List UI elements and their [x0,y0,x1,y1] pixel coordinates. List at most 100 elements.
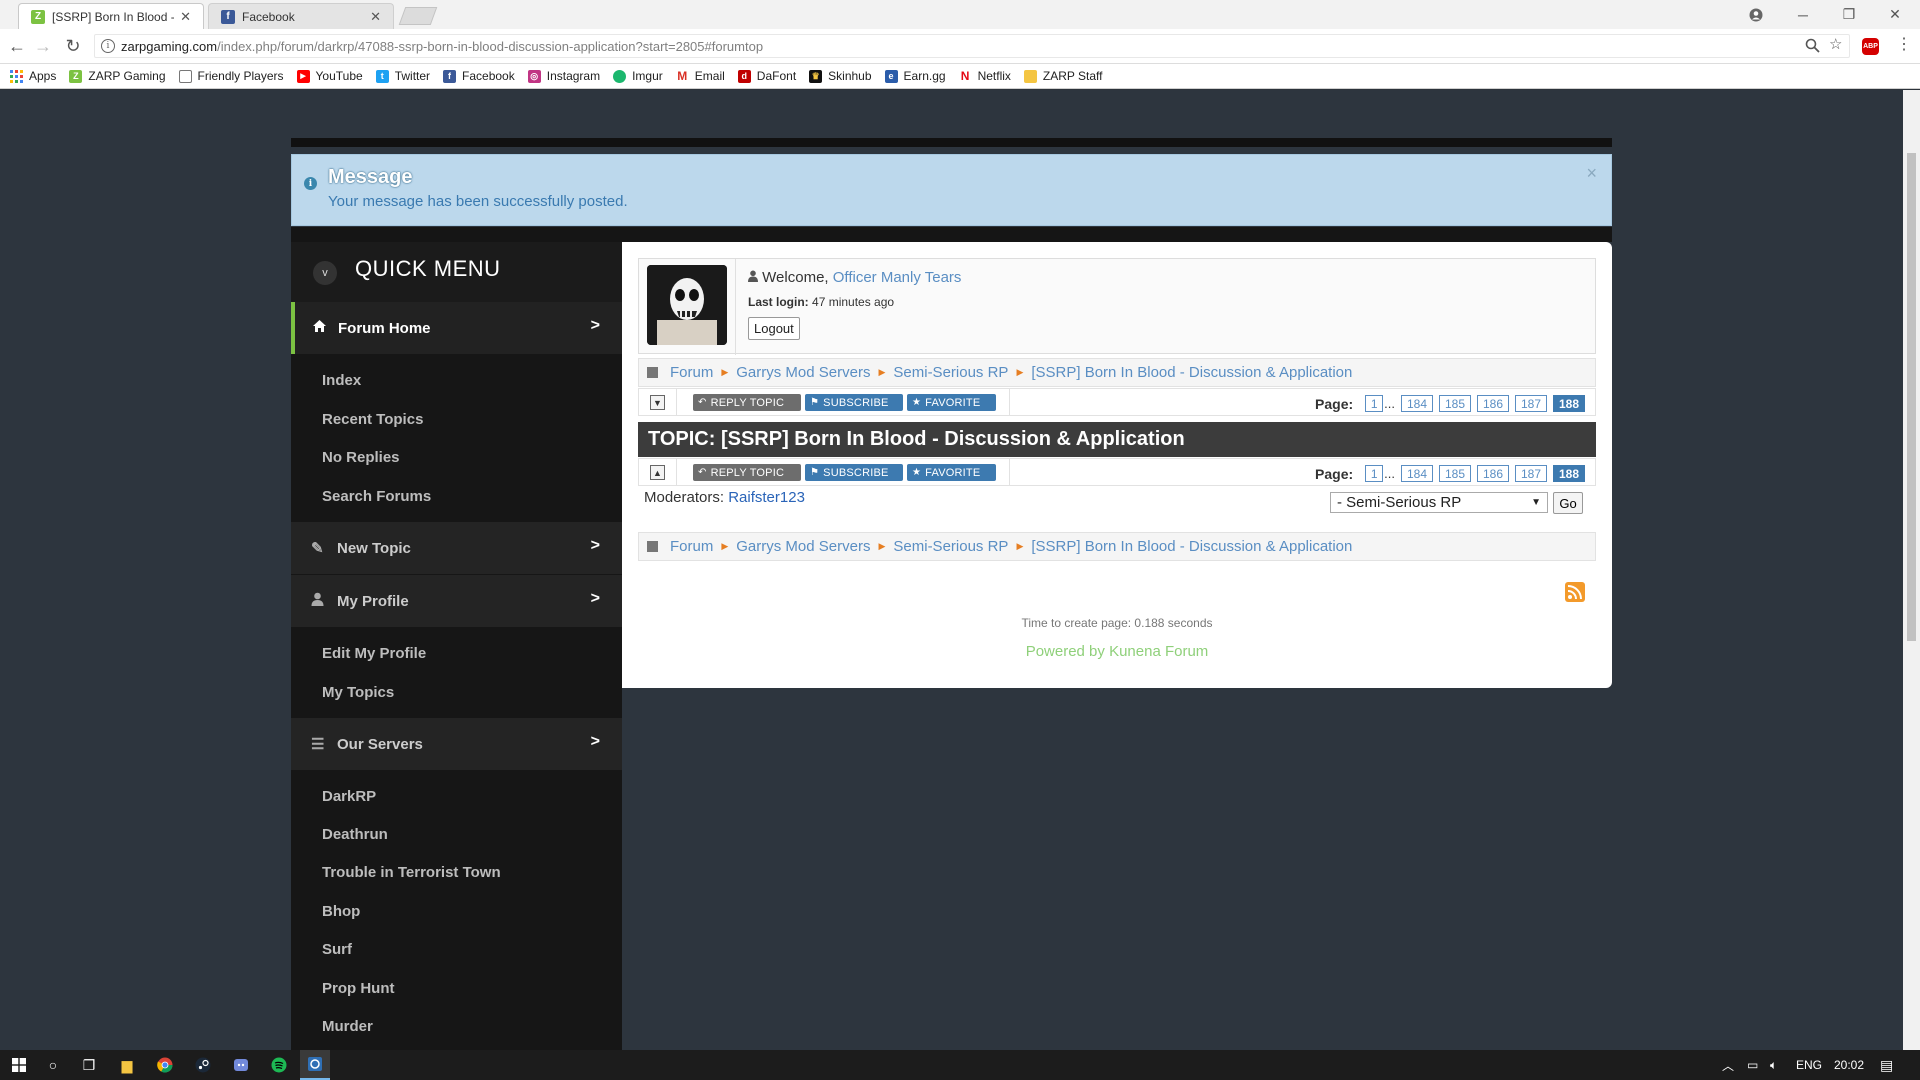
discord-icon[interactable] [226,1050,256,1080]
bookmark-earngg[interactable]: e Earn.gg [884,69,946,83]
forum-jump-select[interactable]: - Semi-Serious RP ▼ [1330,492,1548,513]
close-icon[interactable]: ✕ [370,9,381,25]
sidebar-link-no-replies[interactable]: No Replies [322,449,400,466]
subscribe-button[interactable]: ⚑ SUBSCRIBE [805,394,903,411]
close-icon[interactable]: × [1586,163,1597,184]
go-button[interactable]: Go [1553,492,1583,514]
bookmark-imgur[interactable]: Imgur [613,69,663,83]
chrome-icon[interactable] [150,1050,180,1080]
page-link[interactable]: 184 [1401,395,1433,412]
steam-icon[interactable] [188,1050,218,1080]
new-tab-button[interactable] [398,7,438,25]
breadcrumb-garrys-mod-servers[interactable]: Garrys Mod Servers [736,364,870,381]
sidebar-item-forum-home[interactable]: Forum Home > [291,302,622,354]
tray-chevron-up-icon[interactable]: ︿ [1722,1050,1734,1080]
search-icon[interactable]: ○ [38,1050,68,1080]
sidebar-link-darkrp[interactable]: DarkRP [322,788,376,805]
page-link[interactable]: 187 [1515,465,1547,482]
file-explorer-icon[interactable]: ▆ [112,1050,142,1080]
bookmark-star-icon[interactable]: ☆ [1829,35,1842,53]
breadcrumb-topic[interactable]: [SSRP] Born In Blood - Discussion & Appl… [1031,364,1352,381]
close-icon[interactable]: ✕ [180,9,191,25]
bookmark-youtube[interactable]: ▶ YouTube [296,69,363,83]
action-center-icon[interactable]: ▤ [1880,1050,1893,1080]
page-link[interactable]: 186 [1477,465,1509,482]
forward-icon[interactable]: → [32,36,54,57]
bookmark-apps[interactable]: Apps [10,69,56,83]
language-indicator[interactable]: ENG [1796,1050,1822,1080]
reply-topic-button[interactable]: ↶ REPLY TOPIC [693,464,801,481]
info-icon[interactable]: i [101,39,115,53]
sidebar-link-deathrun[interactable]: Deathrun [322,826,388,843]
logout-button[interactable]: Logout [748,317,800,340]
sidebar-link-search-forums[interactable]: Search Forums [322,488,431,505]
scrollbar-thumb[interactable] [1907,153,1916,641]
active-app-icon[interactable] [300,1050,330,1080]
page-link[interactable]: 184 [1401,465,1433,482]
page-scrollbar[interactable] [1903,90,1920,1050]
bookmark-skinhub[interactable]: ♛ Skinhub [809,69,872,83]
bookmark-netflix[interactable]: N Netflix [958,69,1011,83]
restore-icon[interactable]: ❐ [1826,0,1872,29]
chevron-down-icon[interactable]: ▼ [650,395,665,410]
bookmark-zarp-staff[interactable]: ZARP Staff [1023,69,1103,83]
sidebar-link-index[interactable]: Index [322,372,361,389]
sidebar-link-prop-hunt[interactable]: Prop Hunt [322,980,395,997]
rss-icon[interactable] [1565,582,1585,602]
windows-start-icon[interactable] [4,1050,34,1080]
quick-menu-toggle[interactable]: v [313,261,337,285]
bookmark-friendly-players[interactable]: Friendly Players [178,69,284,83]
clock[interactable]: 20:02 [1834,1050,1864,1080]
spotify-icon[interactable] [264,1050,294,1080]
reply-topic-button[interactable]: ↶ REPLY TOPIC [693,394,801,411]
breadcrumb-semi-serious-rp[interactable]: Semi-Serious RP [893,538,1008,555]
back-icon[interactable]: ← [6,36,28,57]
bookmark-zarp-gaming[interactable]: Z ZARP Gaming [69,69,166,83]
sidebar-link-bhop[interactable]: Bhop [322,903,360,920]
breadcrumb-topic[interactable]: [SSRP] Born In Blood - Discussion & Appl… [1031,538,1352,555]
chrome-menu-icon[interactable]: ⋮ [1896,34,1912,54]
bookmark-instagram[interactable]: ◎ Instagram [527,69,600,83]
page-link-first[interactable]: 1 [1365,395,1384,412]
minimize-icon[interactable]: ─ [1780,0,1826,29]
sidebar-item-our-servers[interactable]: ☰ Our Servers > [291,718,622,770]
chevron-up-icon[interactable]: ▲ [650,465,665,480]
username-link[interactable]: Officer Manly Tears [833,269,962,286]
page-link-first[interactable]: 1 [1365,465,1384,482]
reload-icon[interactable]: ↻ [62,36,84,57]
sidebar-item-my-profile[interactable]: My Profile > [291,575,622,627]
tab-zarp-topic[interactable]: Z [SSRP] Born In Blood - D ✕ [18,3,204,29]
bookmark-dafont[interactable]: d DaFont [737,69,796,83]
sidebar-link-surf[interactable]: Surf [322,941,352,958]
address-bar[interactable]: i zarpgaming.com/index.php/forum/darkrp/… [94,34,1850,58]
breadcrumb-forum[interactable]: Forum [670,364,713,381]
task-view-icon[interactable]: ❐ [74,1050,104,1080]
sidebar-link-ttt[interactable]: Trouble in Terrorist Town [322,864,501,881]
page-link[interactable]: 186 [1477,395,1509,412]
zoom-icon[interactable] [1805,38,1820,57]
sidebar-link-recent-topics[interactable]: Recent Topics [322,411,423,428]
page-link[interactable]: 187 [1515,395,1547,412]
close-window-icon[interactable]: ✕ [1872,0,1918,29]
sidebar-item-new-topic[interactable]: ✎ New Topic > [291,522,622,574]
page-link[interactable]: 185 [1439,465,1471,482]
page-link[interactable]: 185 [1439,395,1471,412]
powered-by-link[interactable]: Powered by Kunena Forum [622,643,1612,660]
breadcrumb-garrys-mod-servers[interactable]: Garrys Mod Servers [736,538,870,555]
subscribe-button[interactable]: ⚑ SUBSCRIBE [805,464,903,481]
profile-icon[interactable] [1733,0,1779,29]
breadcrumb-forum[interactable]: Forum [670,538,713,555]
sidebar-link-my-topics[interactable]: My Topics [322,684,394,701]
favorite-button[interactable]: ★ FAVORITE [907,394,996,411]
breadcrumb-semi-serious-rp[interactable]: Semi-Serious RP [893,364,1008,381]
sidebar-link-murder[interactable]: Murder [322,1018,373,1035]
avatar[interactable] [647,265,727,345]
bookmark-twitter[interactable]: t Twitter [375,69,430,83]
favorite-button[interactable]: ★ FAVORITE [907,464,996,481]
moderator-link[interactable]: Raifster123 [728,489,805,506]
bookmark-facebook[interactable]: f Facebook [443,69,515,83]
adblock-plus-icon[interactable]: ABP [1862,38,1879,55]
network-icon[interactable]: ▭ [1747,1050,1758,1080]
bookmark-email[interactable]: M Email [675,69,725,83]
sidebar-link-edit-my-profile[interactable]: Edit My Profile [322,645,426,662]
